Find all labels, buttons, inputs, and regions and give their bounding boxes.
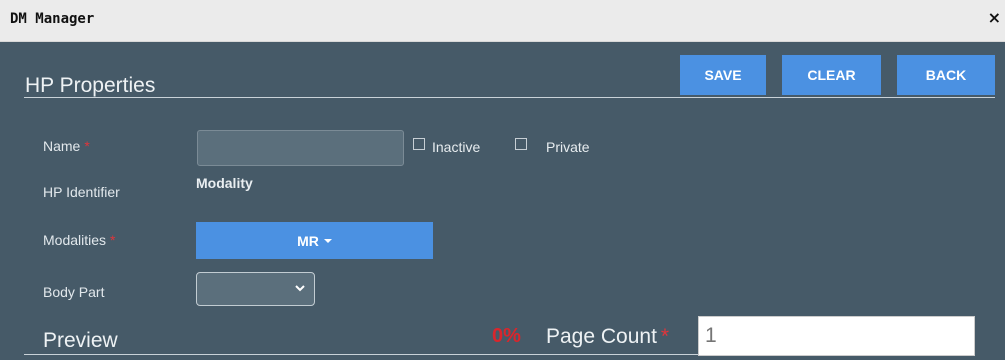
name-label-text: Name xyxy=(43,138,81,154)
caret-down-icon xyxy=(323,238,332,243)
hp-identifier-value: Modality xyxy=(196,175,253,191)
page-count-label: Page Count * xyxy=(546,325,669,349)
body-part-select[interactable] xyxy=(196,272,315,306)
modalities-selected: MR xyxy=(297,232,319,249)
required-marker: * xyxy=(84,138,90,154)
required-marker: * xyxy=(660,325,670,348)
modalities-label-text: Modalities xyxy=(43,232,107,248)
close-icon[interactable]: × xyxy=(988,8,1001,27)
window-title: DM Manager xyxy=(10,11,95,27)
back-button[interactable]: BACK xyxy=(897,55,995,95)
chevron-down-icon xyxy=(295,285,305,292)
preview-divider xyxy=(24,354,699,355)
progress-percent: 0% xyxy=(492,325,521,347)
body-part-label: Body Part xyxy=(43,284,105,300)
private-label: Private xyxy=(546,139,590,155)
modalities-label: Modalities * xyxy=(43,232,115,248)
section-divider xyxy=(24,97,995,98)
save-button[interactable]: SAVE xyxy=(680,55,766,95)
name-input[interactable] xyxy=(197,130,404,166)
page-count-input[interactable] xyxy=(698,316,975,356)
inactive-label: Inactive xyxy=(432,139,481,155)
name-label: Name * xyxy=(43,138,90,154)
clear-button[interactable]: CLEAR xyxy=(782,55,881,95)
preview-title: Preview xyxy=(43,329,118,352)
modalities-dropdown[interactable]: MR xyxy=(196,222,433,259)
required-marker: * xyxy=(110,232,116,248)
hp-identifier-label: HP Identifier xyxy=(43,184,120,200)
section-title: HP Properties xyxy=(25,74,156,97)
private-checkbox[interactable] xyxy=(515,138,527,150)
title-bar: DM Manager × xyxy=(0,0,1005,42)
page-count-label-text: Page Count xyxy=(546,325,657,348)
inactive-checkbox[interactable] xyxy=(413,138,425,150)
